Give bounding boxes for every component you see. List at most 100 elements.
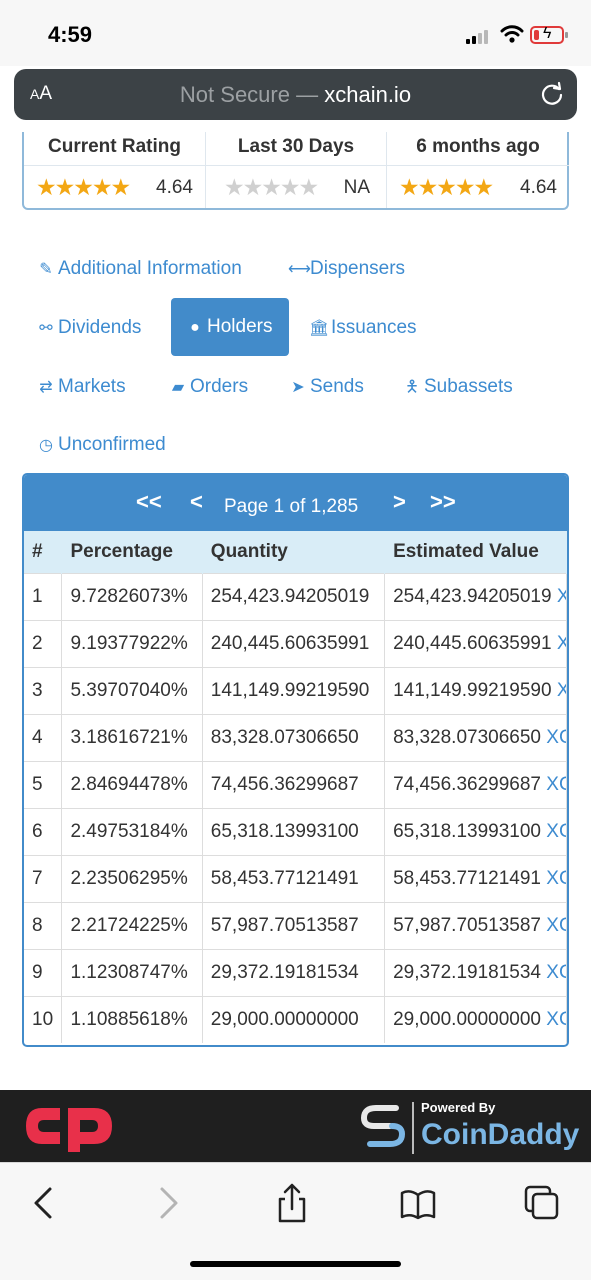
holders-panel: << < Page 1 of 1,285 > >> # Percentage Q… — [22, 473, 569, 1047]
tab-issuances[interactable]: 🏛Issuances — [309, 317, 417, 339]
cell-estimated-value: 57,987.70513587 XC — [384, 901, 567, 949]
estimated-value-unit-link[interactable]: X — [557, 586, 566, 607]
estimated-value-unit-link[interactable]: XC — [546, 774, 565, 795]
estimated-value-unit-link[interactable]: X — [557, 680, 566, 701]
cell-rank: 2 — [24, 619, 63, 667]
cell-rank: 5 — [24, 760, 63, 808]
battery-icon: ϟ — [530, 25, 568, 44]
estimated-value-unit-link[interactable]: XC — [546, 962, 565, 983]
table-row: 8 2.21724225% 57,987.70513587 57,987.705135… — [24, 901, 567, 949]
cell-percentage: 9.19377922% — [61, 619, 203, 667]
cell-estimated-value: 240,445.60635991 X — [384, 619, 567, 667]
cell-rank: 4 — [24, 713, 63, 761]
cell-estimated-value: 29,000.00000000 XC — [384, 995, 567, 1043]
tab-subassets[interactable]: 🯅 Subassets — [402, 376, 513, 403]
estimated-value-amount: 65,318.13993100 — [393, 820, 541, 842]
cell-rank: 7 — [24, 854, 63, 902]
cell-quantity: 141,149.99219590 — [202, 666, 386, 714]
paper-plane-icon: ➤ — [291, 379, 305, 396]
estimated-value-amount: 74,456.36299687 — [393, 773, 541, 795]
estimated-value-unit-link[interactable]: XC — [546, 915, 565, 936]
forward-icon[interactable] — [148, 1183, 188, 1223]
rating-header: Last 30 Days — [237, 136, 355, 157]
ratings-table: Current Rating ★★★★★ 4.64 Last 30 Days ★… — [22, 132, 569, 210]
tab-holders[interactable]: ● Holders — [171, 298, 289, 356]
counterparty-logo-icon[interactable] — [22, 1100, 116, 1152]
table-row: 9 1.12308747% 29,372.19181534 29,372.191815… — [24, 948, 567, 996]
estimated-value-unit-link[interactable]: XC — [546, 1009, 565, 1030]
cell-percentage: 3.18616721% — [61, 713, 203, 761]
column-header-estimated-value: Estimated Value — [384, 531, 567, 573]
estimated-value-amount: 29,000.00000000 — [393, 1008, 541, 1030]
page-indicator: Page 1 of 1,285 — [224, 496, 359, 517]
estimated-value-amount: 58,453.77121491 — [393, 867, 541, 889]
security-label: Not Secure — [179, 82, 290, 107]
column-header-rank: # — [24, 531, 63, 573]
url-separator: — — [289, 82, 325, 107]
cell-rank: 6 — [24, 807, 63, 855]
star-rating-icon: ★★★★★ — [224, 174, 319, 200]
child-icon: 🯅 — [404, 379, 420, 396]
arrows-horizontal-icon: ⟷ — [288, 261, 311, 278]
tab-label: Additional Information — [58, 258, 242, 279]
cell-rank: 9 — [24, 948, 63, 996]
tab-sends[interactable]: ➤ Sends — [288, 376, 364, 398]
tab-label: Unconfirmed — [58, 434, 166, 455]
book-icon: ▰ — [171, 379, 185, 396]
address-bar[interactable]: AA Not Secure — xchain.io — [14, 69, 577, 120]
estimated-value-amount: 254,423.94205019 — [393, 585, 552, 607]
cell-estimated-value: 29,372.19181534 XC — [384, 948, 567, 996]
cell-percentage: 2.23506295% — [61, 854, 203, 902]
tab-markets[interactable]: ⇄ Markets — [36, 376, 125, 398]
tab-orders[interactable]: ▰ Orders — [168, 376, 248, 398]
url-display[interactable]: Not Secure — xchain.io — [14, 82, 577, 108]
first-page-button[interactable]: << — [136, 489, 162, 515]
cell-quantity: 83,328.07306650 — [202, 713, 386, 761]
cell-rank: 1 — [24, 572, 63, 620]
tabs-icon[interactable] — [522, 1183, 562, 1223]
rating-6-months: 6 months ago ★★★★★ 4.64 — [387, 132, 569, 208]
previous-page-button[interactable]: < — [190, 489, 203, 515]
coindaddy-brand[interactable]: CoinDaddy — [421, 1118, 579, 1152]
cellular-signal-icon — [466, 30, 492, 44]
star-rating-icon: ★★★★★ — [36, 174, 131, 200]
last-page-button[interactable]: >> — [430, 489, 456, 515]
home-indicator — [190, 1261, 401, 1267]
tab-dispensers[interactable]: ⟷Dispensers — [288, 258, 405, 280]
tab-label: Issuances — [331, 317, 417, 338]
cell-quantity: 57,987.70513587 — [202, 901, 386, 949]
cell-quantity: 65,318.13993100 — [202, 807, 386, 855]
cell-estimated-value: 141,149.99219590 X — [384, 666, 567, 714]
status-bar: 4:59 ϟ — [0, 0, 591, 66]
cell-rank: 3 — [24, 666, 63, 714]
tab-label: Subassets — [424, 376, 513, 397]
estimated-value-amount: 57,987.70513587 — [393, 914, 541, 936]
table-row: 3 5.39707040% 141,149.99219590 141,149.9921… — [24, 666, 567, 714]
tab-unconfirmed[interactable]: ◷ Unconfirmed — [36, 434, 166, 456]
rating-last-30-days: Last 30 Days ★★★★★ NA — [206, 132, 387, 208]
powered-by-label: Powered By — [421, 1100, 496, 1115]
tab-additional-information[interactable]: ✎ Additional Information — [36, 258, 242, 280]
cell-percentage: 2.84694478% — [61, 760, 203, 808]
cell-estimated-value: 83,328.07306650 XC — [384, 713, 567, 761]
bookmarks-icon[interactable] — [398, 1183, 438, 1223]
cell-quantity: 240,445.60635991 — [202, 619, 386, 667]
estimated-value-unit-link[interactable]: XC — [546, 727, 565, 748]
rating-current: Current Rating ★★★★★ 4.64 — [24, 132, 206, 208]
estimated-value-unit-link[interactable]: XC — [546, 868, 565, 889]
cell-percentage: 9.72826073% — [61, 572, 203, 620]
estimated-value-unit-link[interactable]: X — [557, 633, 566, 654]
column-header-percentage: Percentage — [61, 531, 203, 573]
estimated-value-unit-link[interactable]: XC — [546, 821, 565, 842]
reload-icon[interactable] — [539, 81, 565, 107]
next-page-button[interactable]: > — [393, 489, 406, 515]
column-header-quantity: Quantity — [202, 531, 386, 573]
tab-dividends[interactable]: ⚯ Dividends — [36, 317, 141, 339]
wifi-icon — [500, 25, 524, 43]
table-row: 10 1.10885618% 29,000.00000000 29,000.00000… — [24, 995, 567, 1043]
cell-percentage: 1.12308747% — [61, 948, 203, 996]
tab-label: Sends — [310, 376, 364, 397]
share-icon[interactable] — [272, 1183, 312, 1223]
back-icon[interactable] — [24, 1183, 64, 1223]
paperclip-icon: ✎ — [39, 261, 53, 278]
